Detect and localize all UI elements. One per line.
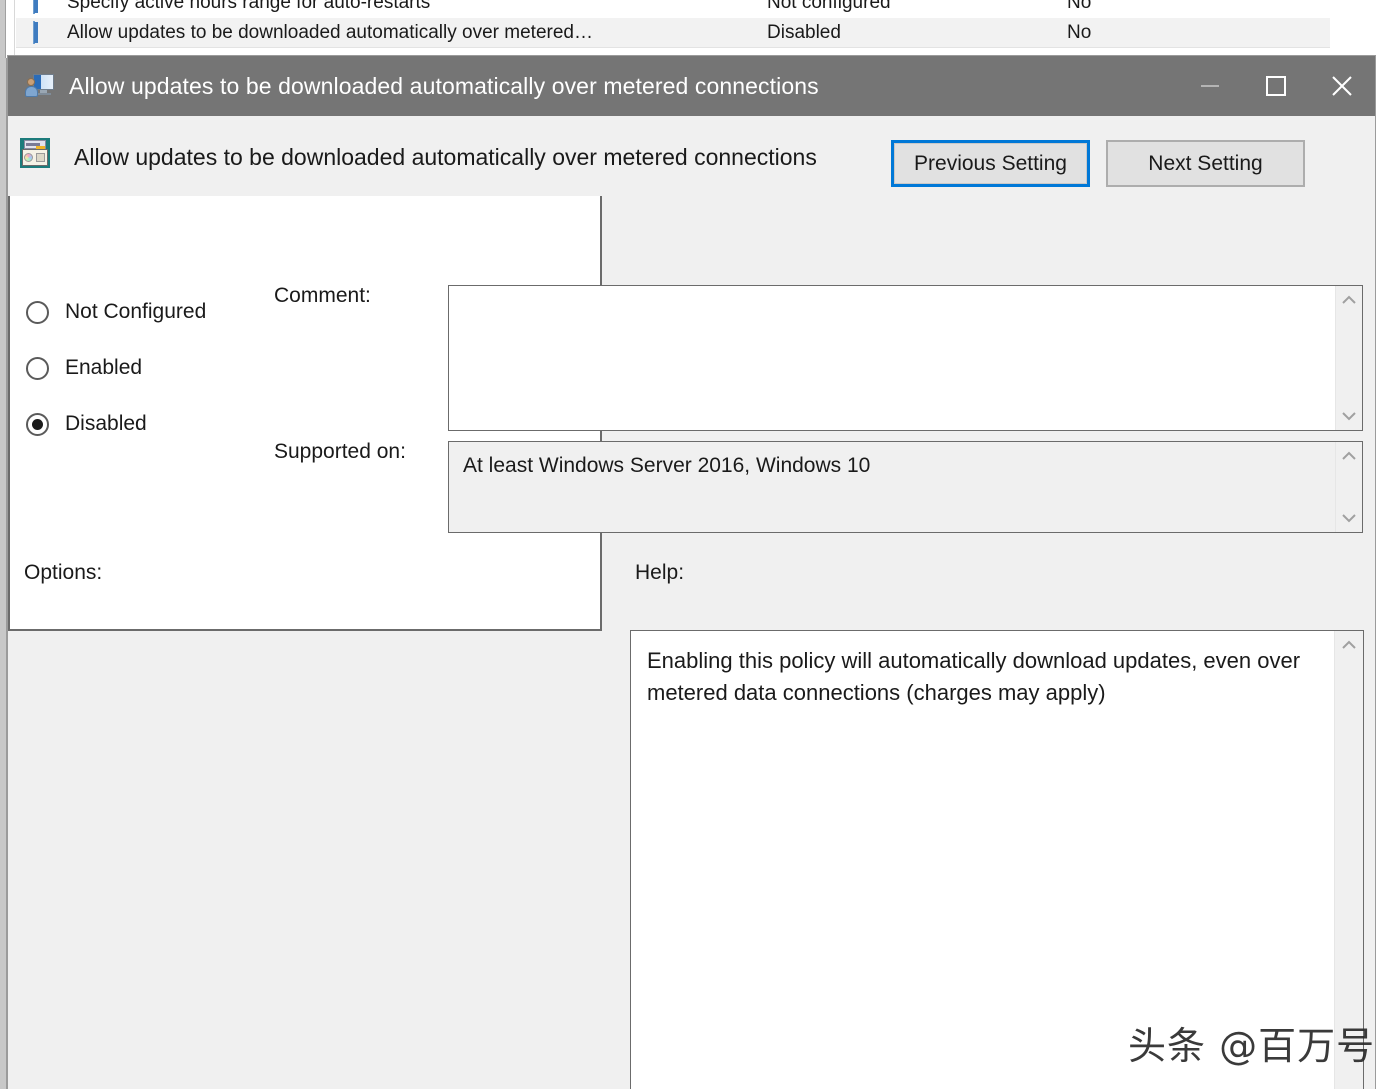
scroll-up-icon[interactable] [1336, 442, 1362, 470]
scroll-down-icon[interactable] [1336, 402, 1362, 430]
radio-not-configured[interactable]: Not Configured [26, 284, 266, 340]
policy-row-state: Not configured [767, 0, 891, 13]
comment-textbox[interactable] [448, 285, 1363, 431]
policy-list-row-selected[interactable]: Allow updates to be downloaded automatic… [16, 18, 1330, 47]
background-window-tree-divider [14, 0, 15, 58]
policy-row-name: Specify active hours range for auto-rest… [67, 0, 431, 13]
policy-setting-icon [33, 21, 54, 44]
scroll-up-icon[interactable] [1335, 631, 1363, 659]
comment-scrollbar[interactable] [1335, 286, 1362, 430]
next-setting-label: Next Setting [1148, 151, 1263, 175]
window-controls [1177, 56, 1375, 116]
dialog-title: Allow updates to be downloaded automatic… [69, 72, 819, 99]
comment-label: Comment: [274, 284, 371, 307]
options-label: Options: [24, 561, 103, 584]
comment-value[interactable] [449, 286, 1335, 430]
next-setting-button[interactable]: Next Setting [1106, 140, 1305, 187]
radio-circle-icon [26, 356, 49, 380]
help-label: Help: [635, 561, 685, 584]
policy-title: Allow updates to be downloaded automatic… [74, 144, 817, 170]
monitor-user-icon [25, 72, 55, 100]
radio-enabled-label: Enabled [65, 356, 143, 379]
maximize-button[interactable] [1243, 56, 1309, 116]
radio-not-configured-label: Not Configured [65, 300, 207, 323]
policy-list-row[interactable]: Specify active hours range for auto-rest… [16, 0, 1330, 17]
radio-circle-icon [26, 300, 49, 324]
scroll-down-icon[interactable] [1336, 504, 1362, 532]
policy-state-radio-group: Not Configured Enabled Disabled [26, 284, 266, 452]
policy-setting-dialog: Allow updates to be downloaded automatic… [7, 55, 1376, 1089]
supported-on-scrollbar[interactable] [1335, 442, 1362, 532]
close-button[interactable] [1309, 56, 1375, 116]
supported-on-value: At least Windows Server 2016, Windows 10 [463, 454, 871, 477]
background-window-left-frame [0, 0, 6, 58]
policy-row-comment: No [1067, 21, 1092, 43]
previous-setting-label: Previous Setting [894, 143, 1087, 184]
radio-disabled-label: Disabled [65, 412, 147, 435]
group-policy-editor-list: Specify active hours range for auto-rest… [0, 0, 1381, 58]
supported-on-textbox: At least Windows Server 2016, Windows 10 [448, 441, 1363, 533]
dialog-header: Allow updates to be downloaded automatic… [8, 116, 1375, 196]
policy-setting-icon [33, 0, 54, 14]
list-row-divider [16, 47, 1330, 48]
minimize-button[interactable] [1177, 56, 1243, 116]
help-panel: Enabling this policy will automatically … [630, 630, 1364, 1089]
group-policy-icon [20, 138, 50, 168]
help-text: Enabling this policy will automatically … [647, 648, 1307, 705]
radio-disabled[interactable]: Disabled [26, 396, 266, 452]
previous-setting-button[interactable]: Previous Setting [891, 140, 1090, 187]
radio-enabled[interactable]: Enabled [26, 340, 266, 396]
policy-row-name: Allow updates to be downloaded automatic… [67, 21, 593, 43]
dialog-titlebar[interactable]: Allow updates to be downloaded automatic… [8, 56, 1375, 116]
radio-circle-selected-icon [26, 412, 49, 436]
help-scrollbar[interactable] [1334, 631, 1363, 1089]
supported-on-label: Supported on: [274, 440, 406, 463]
policy-row-state: Disabled [767, 21, 841, 43]
scroll-up-icon[interactable] [1336, 286, 1362, 314]
policy-row-comment: No [1067, 0, 1092, 13]
